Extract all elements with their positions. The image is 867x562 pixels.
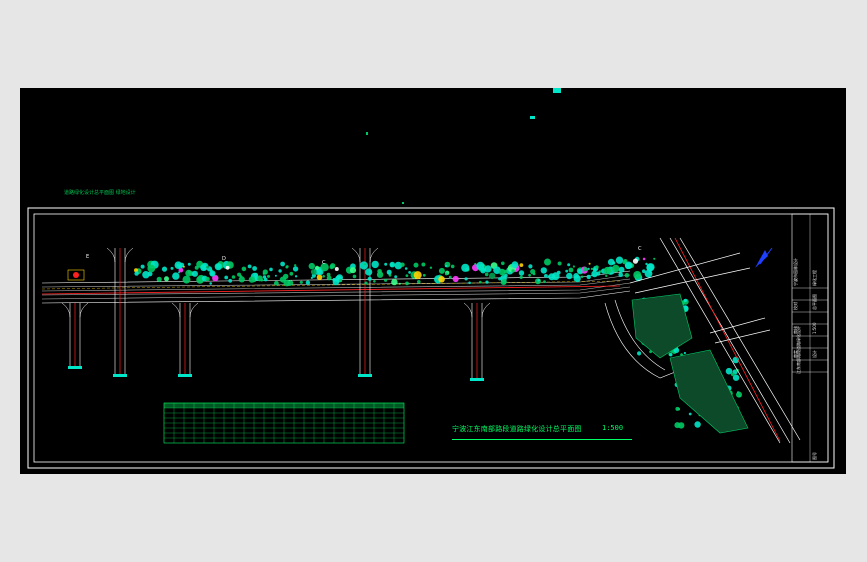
title-block-row: 审定 — [793, 350, 798, 358]
cad-viewport[interactable]: 道路绿化设计总平面图 绿地设计 宁波江东南部路段道路绿化设计总平面图 1:500… — [20, 88, 846, 474]
intersection — [604, 237, 801, 444]
stray-mark — [553, 88, 561, 93]
title-block-row: 设计 — [812, 350, 817, 358]
outer-frame — [27, 207, 835, 469]
stray-mark — [530, 116, 535, 119]
stray-mark — [402, 202, 404, 204]
vertical-roads — [61, 247, 491, 381]
title-block-row: 审核 — [793, 326, 798, 334]
zone-label: D — [222, 256, 226, 262]
plant-schedule-table — [163, 402, 405, 444]
drawing-scale: 1:500 — [602, 424, 624, 432]
title-block-row: 总平面图 — [812, 294, 817, 310]
title-block-row: 1:500 — [812, 322, 817, 334]
road-main — [41, 270, 631, 304]
drawing-title: 宁波江东南部路段道路绿化设计总平面图 — [452, 425, 582, 433]
zone-label: E — [86, 254, 90, 260]
title-block-row: 图号 — [812, 452, 817, 460]
drawing-canvas — [27, 88, 835, 469]
drawing-note: 道路绿化设计总平面图 绿地设计 — [64, 190, 136, 196]
stray-mark — [366, 132, 368, 135]
title-block-row: 绿化工程 — [812, 270, 817, 286]
zone-label: C — [638, 246, 642, 252]
zone-label: C — [322, 260, 326, 266]
inner-frame — [33, 213, 829, 463]
title-block-row: 宁波市园林设计 — [793, 258, 798, 286]
title-block-row: 校对 — [793, 302, 798, 310]
title-underline — [452, 439, 632, 440]
north-arrow-icon — [755, 247, 773, 268]
